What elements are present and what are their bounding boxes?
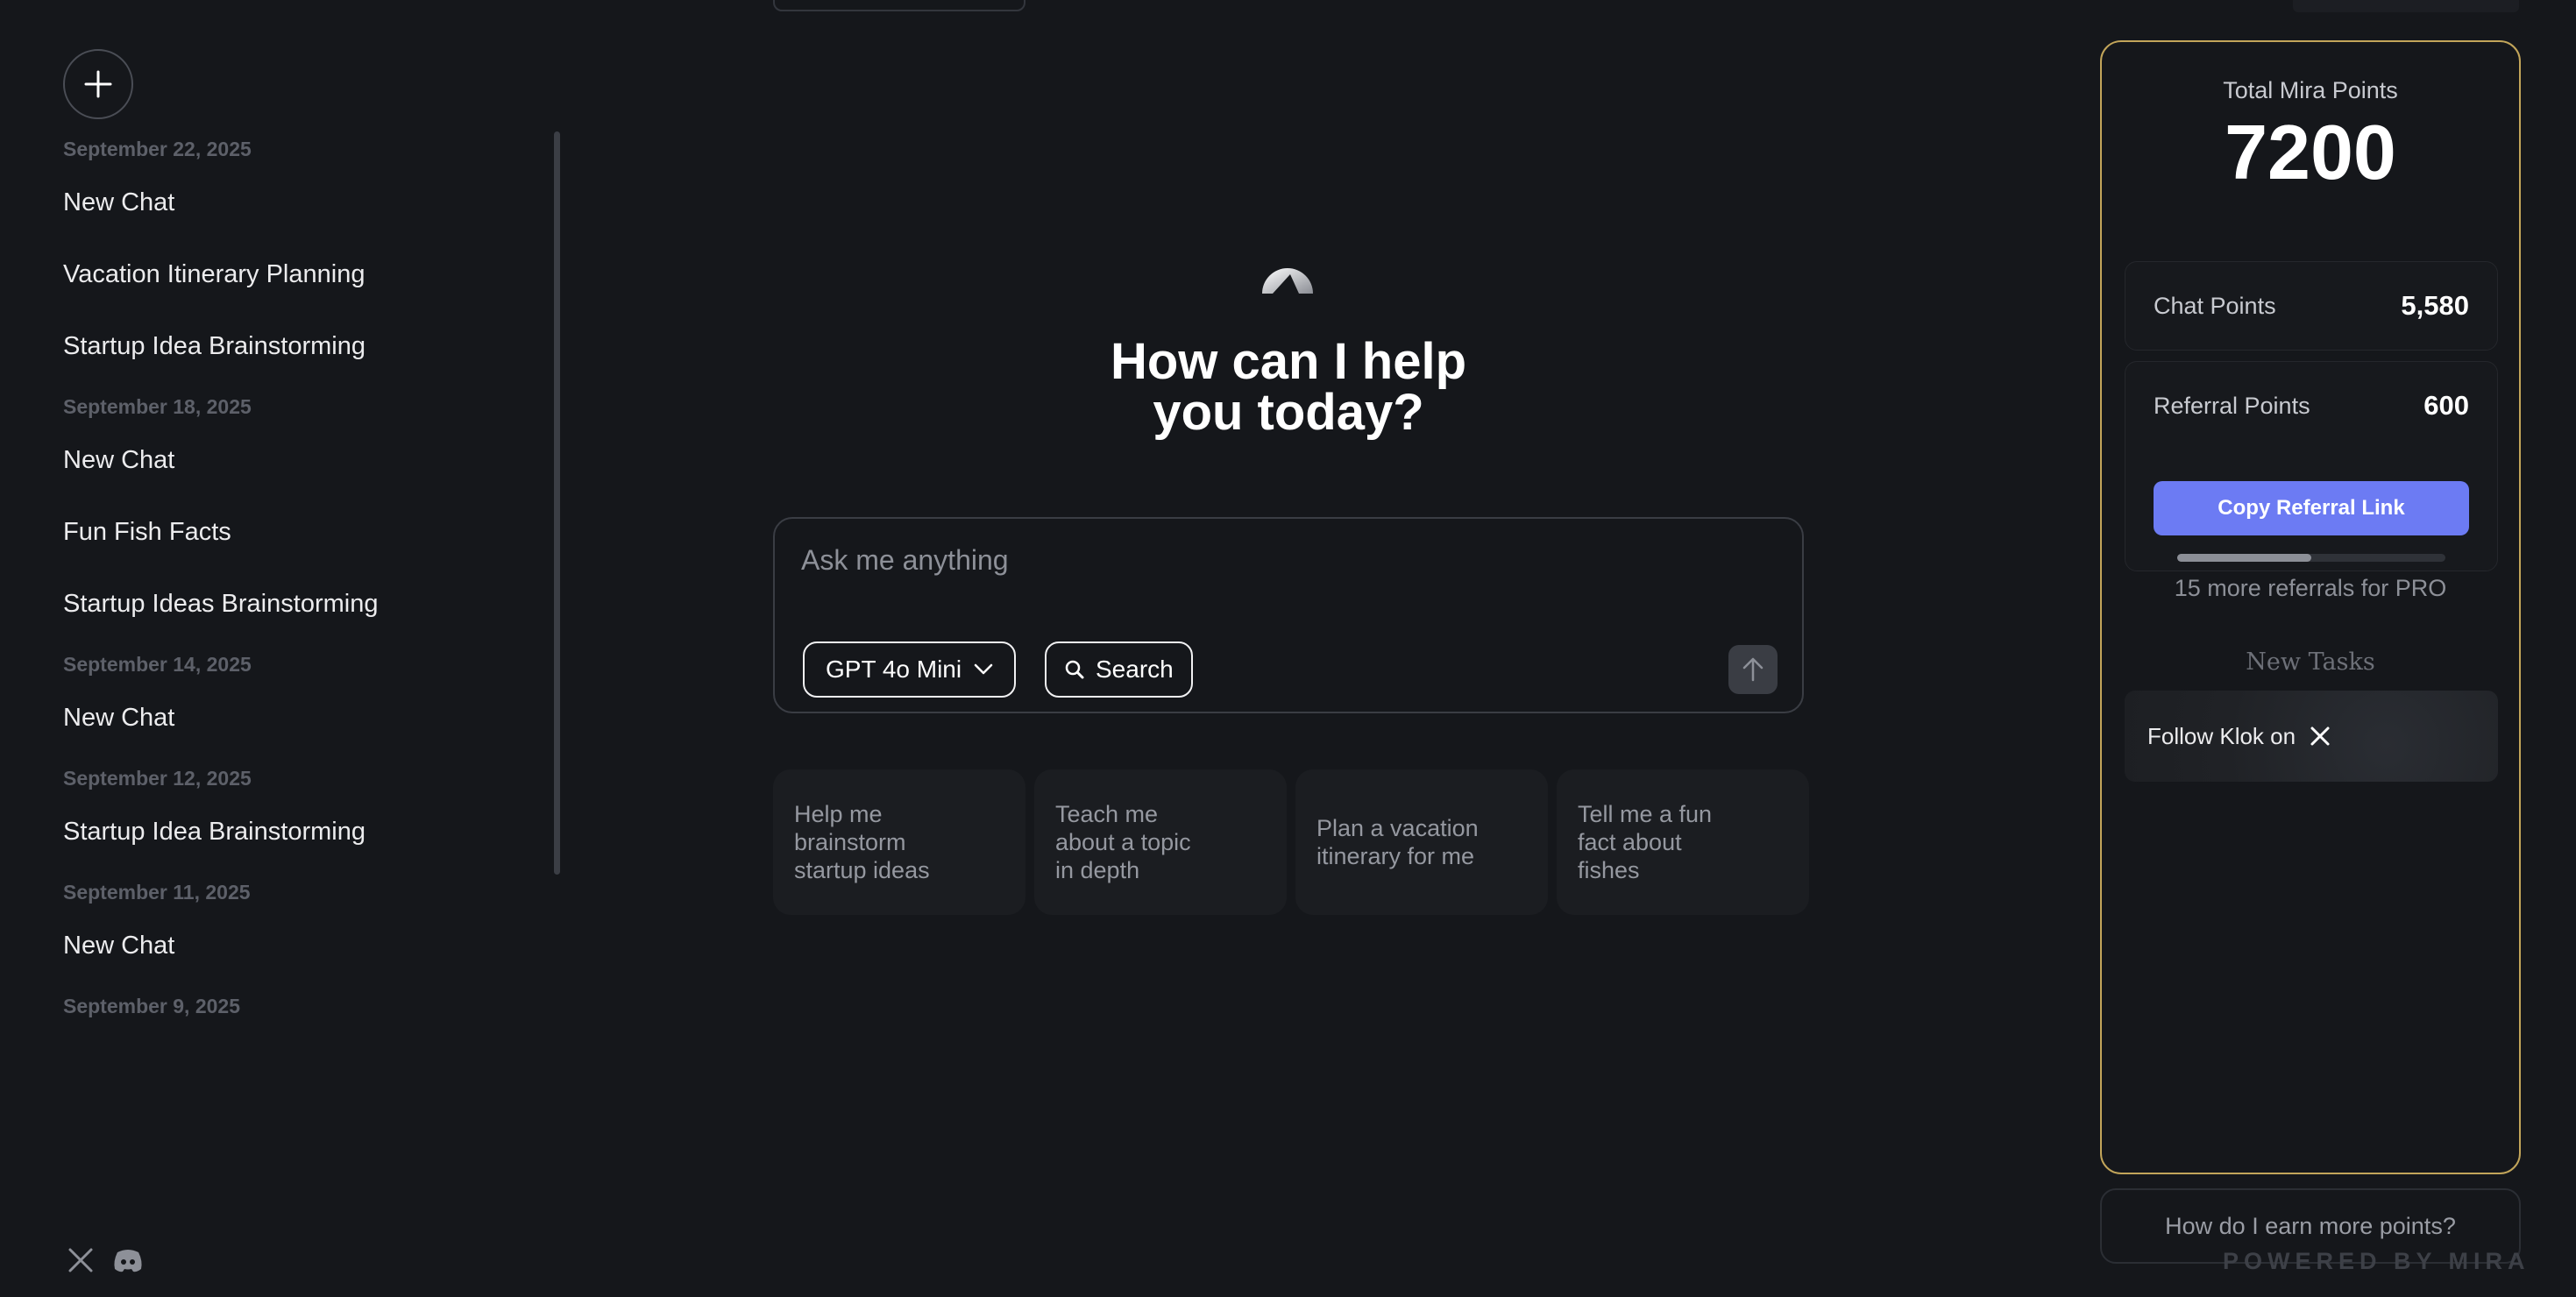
date-header: September 12, 2025 <box>63 767 252 790</box>
follow-task-card[interactable]: Follow Klok on <box>2125 691 2498 782</box>
follow-task-label: Follow Klok on <box>2147 722 2296 749</box>
date-header: September 18, 2025 <box>63 395 252 418</box>
chat-history-item[interactable]: Fun Fish Facts <box>63 496 554 568</box>
points-title: Total Mira Points <box>2223 77 2398 103</box>
chat-history-item[interactable]: New Chat <box>63 910 554 982</box>
date-header: September 9, 2025 <box>63 995 241 1017</box>
chat-input[interactable] <box>801 538 1765 582</box>
points-panel: Total Mira Points 7200 Chat Points 5,580… <box>2100 40 2521 1174</box>
date-header: September 22, 2025 <box>63 138 252 160</box>
chat-history-item[interactable]: New Chat <box>63 682 554 754</box>
discord-icon[interactable] <box>112 1247 144 1273</box>
referral-points-label: Referral Points <box>2154 392 2310 419</box>
sidebar: September 22, 2025 New Chat Vacation Iti… <box>0 0 570 1297</box>
page-headline: How can I help you today? <box>938 337 1639 438</box>
powered-by-label: POWERED BY MIRA <box>2223 1248 2530 1274</box>
chat-points-value: 5,580 <box>2401 290 2469 321</box>
chat-composer: GPT 4o Mini Search <box>773 517 1804 713</box>
date-header: September 11, 2025 <box>63 881 251 904</box>
app-root: September 22, 2025 New Chat Vacation Iti… <box>0 0 2576 1297</box>
date-header: September 14, 2025 <box>63 653 252 676</box>
arrow-up-icon <box>1742 657 1763 682</box>
headline-line-2: you today? <box>1153 384 1424 441</box>
chat-history-item[interactable]: Startup Idea Brainstorming <box>63 310 554 382</box>
plus-icon <box>84 70 112 98</box>
suggestion-text: Teach me about a topic in depth <box>1055 801 1191 883</box>
chat-points-label: Chat Points <box>2154 292 2276 319</box>
points-total: 7200 <box>2225 109 2396 195</box>
social-links <box>67 1246 144 1274</box>
new-tasks-header: New Tasks <box>2246 648 2375 676</box>
search-toggle-button[interactable]: Search <box>1045 641 1193 698</box>
sidebar-scrollbar[interactable] <box>554 131 560 875</box>
chat-history-item[interactable]: Startup Idea Brainstorming <box>63 796 554 868</box>
suggestion-card[interactable]: Plan a vacation itinerary for me <box>1295 769 1548 915</box>
top-right-stub[interactable] <box>2293 0 2519 12</box>
search-toggle-label: Search <box>1096 656 1174 683</box>
top-dropdown-stub[interactable] <box>773 0 1025 11</box>
referral-points-value: 600 <box>2423 390 2469 421</box>
suggestion-text: Tell me a fun fact about fishes <box>1578 801 1713 883</box>
model-selector[interactable]: GPT 4o Mini <box>803 641 1017 698</box>
chat-points-card: Chat Points 5,580 <box>2125 261 2498 351</box>
chat-history-item[interactable]: New Chat <box>63 424 554 496</box>
logo-icon <box>1260 250 1315 295</box>
referral-progress-text: 15 more referrals for PRO <box>2174 575 2447 601</box>
suggestion-text: Plan a vacation itinerary for me <box>1316 815 1479 869</box>
referral-points-card: Referral Points 600 Copy Referral Link <box>2125 361 2498 571</box>
suggestion-card[interactable]: Tell me a fun fact about fishes <box>1557 769 1809 915</box>
referral-progress-fill <box>2177 554 2311 562</box>
chat-history-item[interactable]: Startup Ideas Brainstorming <box>63 568 554 640</box>
suggestion-list: Help me brainstorm startup ideas Teach m… <box>773 769 1809 915</box>
chat-history-item[interactable]: Vacation Itinerary Planning <box>63 238 554 310</box>
chat-history-item[interactable]: New Chat <box>63 167 554 238</box>
suggestion-text: Help me brainstorm startup ideas <box>794 801 930 883</box>
suggestion-card[interactable]: Teach me about a topic in depth <box>1034 769 1287 915</box>
new-chat-button[interactable] <box>63 49 133 119</box>
x-icon[interactable] <box>67 1246 95 1274</box>
chevron-down-icon <box>974 663 993 675</box>
search-icon <box>1065 660 1084 679</box>
send-button[interactable] <box>1728 645 1778 694</box>
model-selector-label: GPT 4o Mini <box>826 656 962 683</box>
suggestion-card[interactable]: Help me brainstorm startup ideas <box>773 769 1025 915</box>
x-icon <box>2310 726 2330 746</box>
copy-referral-link-button[interactable]: Copy Referral Link <box>2154 481 2469 535</box>
headline-line-1: How can I help <box>1110 333 1467 390</box>
chat-history-list: September 22, 2025 New Chat Vacation Iti… <box>63 131 554 1218</box>
referral-progress-bar <box>2177 554 2445 562</box>
